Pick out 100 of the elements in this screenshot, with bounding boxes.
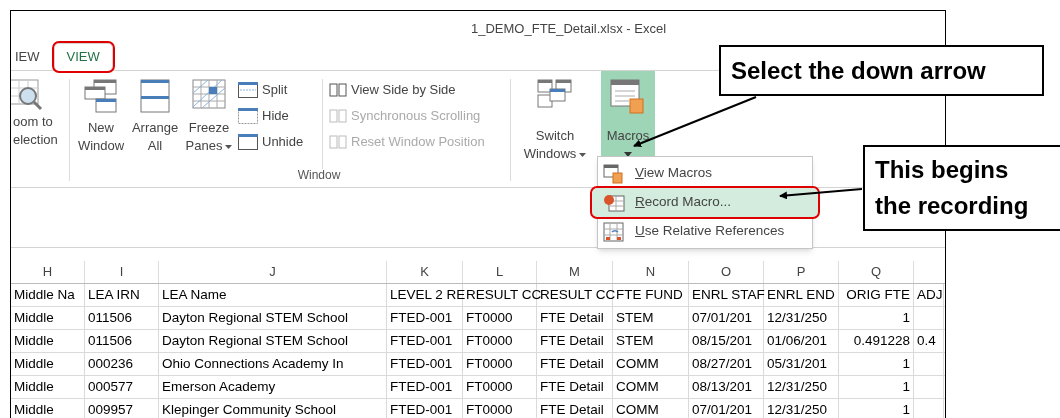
table-cell-text: RESULT CC (466, 285, 542, 304)
table-cell-text: FT0000 (466, 331, 513, 350)
button-label: oom to (13, 113, 53, 131)
table-cell-text: 07/01/201 (692, 400, 753, 418)
column-header[interactable]: P (796, 262, 806, 282)
table-cell-text: LEA Name (162, 285, 227, 304)
menu-item[interactable]: Use Relative References (598, 217, 812, 246)
table-cell-text: FTED-001 (390, 331, 453, 350)
relative-grid-icon (603, 221, 625, 242)
table-cell-text: Middle (14, 354, 54, 373)
table-cell-text: Middle (14, 377, 54, 396)
side-by-side-icon (329, 134, 347, 149)
column-header[interactable]: O (720, 262, 732, 282)
side-by-side-icon (329, 82, 347, 97)
windows-icon (537, 79, 573, 109)
table-cell-text: LEVEL 2 RE (390, 285, 466, 304)
table-cell-text: 12/31/250 (767, 308, 828, 327)
table-cell-text: LEA IRN (88, 285, 140, 304)
table-cell-text: Middle Na (14, 285, 75, 304)
column-header[interactable]: N (645, 262, 656, 282)
button-label: election (13, 131, 58, 149)
group-label: Window (297, 169, 341, 181)
ribbon-small-button[interactable]: Unhide (238, 131, 316, 152)
menu-item[interactable]: Record Macro... (592, 188, 818, 217)
table-cell-text: 12/31/250 (767, 377, 828, 396)
table-cell-text: COMM (616, 400, 659, 418)
table-cell-text: 1 (902, 308, 910, 327)
table-cell-text: FTED-001 (390, 400, 453, 418)
table-cell-text: STEM (616, 331, 654, 350)
table-cell-text: 000577 (88, 377, 134, 396)
column-header[interactable]: J (269, 262, 276, 282)
column-header[interactable]: Q (870, 262, 882, 282)
table-cell-text: 12/31/250 (767, 400, 828, 418)
table-cell-text: 01/06/201 (767, 331, 828, 350)
table-cell-text: FTED-001 (390, 354, 453, 373)
table-cell-text: 1 (902, 377, 910, 396)
table-cell-text: 05/31/201 (767, 354, 828, 373)
macro-sheet-icon (610, 79, 646, 115)
ribbon-small-button[interactable]: View Side by Side (329, 79, 504, 100)
table-cell-text: FTE Detail (540, 354, 604, 373)
ribbon-button[interactable]: Arrange All (128, 79, 182, 169)
table-cell-text: STEM (616, 308, 654, 327)
table-cell-text: ENRL STAF (692, 285, 765, 304)
table-cell-text: 07/01/201 (692, 308, 753, 327)
table-cell-text: Middle (14, 331, 54, 350)
table-cell-text: RESULT CC (540, 285, 616, 304)
table-cell-text: FT0000 (466, 308, 513, 327)
ribbon-tab[interactable]: IEW (11, 43, 52, 71)
table-cell-text: ENRL END (767, 285, 835, 304)
table-cell-text: 011506 (88, 331, 133, 350)
callout-text: Select the down arrow (731, 55, 986, 86)
zoom-selection-button[interactable]: oom to election (11, 79, 65, 181)
table-cell-text: Dayton Regional STEM School (162, 331, 349, 350)
window-icon (238, 133, 258, 150)
ribbon-small-button[interactable]: Hide (238, 105, 316, 126)
table-cell-text: FTE Detail (540, 331, 604, 350)
table-cell-text: ADJ (917, 285, 943, 304)
callout-text: This begins the recording (875, 155, 1030, 221)
table-cell-text: Middle (14, 400, 54, 418)
table-cell-text: COMM (616, 354, 659, 373)
table-cell-text: Klepinger Community School (162, 400, 337, 418)
grid-icon (192, 79, 226, 109)
table-cell-text: FTED-001 (390, 308, 453, 327)
table-cell-text: COMM (616, 377, 659, 396)
table-cell-text: FT0000 (466, 377, 513, 396)
window-icon (238, 81, 258, 98)
table-cell-text: FTE Detail (540, 308, 604, 327)
table-cell-text: Ohio Connections Academy In (162, 354, 344, 373)
windows-icon (84, 79, 118, 113)
table-cell-text: 1 (902, 400, 910, 418)
table-cell-text: 011506 (88, 308, 133, 327)
table-cell-text: 08/15/201 (692, 331, 753, 350)
record-icon (603, 192, 625, 213)
table-cell-text: 1 (902, 354, 910, 373)
table-cell-text: ORIG FTE (846, 285, 910, 304)
table-cell-text: 009957 (88, 400, 134, 418)
table-cell-text: FTED-001 (390, 377, 453, 396)
column-header[interactable]: H (42, 262, 53, 282)
ribbon-tab[interactable]: VIEW (53, 43, 113, 71)
table-cell-text: FTE Detail (540, 377, 604, 396)
column-header[interactable]: M (569, 262, 580, 282)
side-by-side-icon (329, 108, 347, 123)
column-header[interactable]: L (495, 262, 504, 282)
column-header[interactable]: I (119, 262, 124, 282)
table-cell-text: FTE Detail (540, 400, 604, 418)
window-icon (238, 107, 258, 124)
macro-sheet-icon (603, 163, 625, 184)
table-cell-text: FT0000 (466, 400, 513, 418)
table-cell-text: Emerson Academy (162, 377, 276, 396)
ribbon-small-button[interactable]: Split (238, 79, 316, 100)
table-cell-text: 08/27/201 (692, 354, 753, 373)
table-cell-text: FT0000 (466, 354, 513, 373)
table-cell-text: 000236 (88, 354, 134, 373)
column-header[interactable]: K (420, 262, 429, 282)
switch-windows-button[interactable]: Switch Windows (517, 79, 593, 181)
window-title: 1_DEMO_FTE_Detail.xlsx - Excel (471, 22, 667, 35)
table-cell-text: Dayton Regional STEM School (162, 308, 349, 327)
ribbon-button[interactable]: Freeze Panes (182, 79, 236, 169)
ribbon-button[interactable]: New Window (74, 79, 128, 169)
table-cell-text: 08/13/201 (692, 377, 753, 396)
